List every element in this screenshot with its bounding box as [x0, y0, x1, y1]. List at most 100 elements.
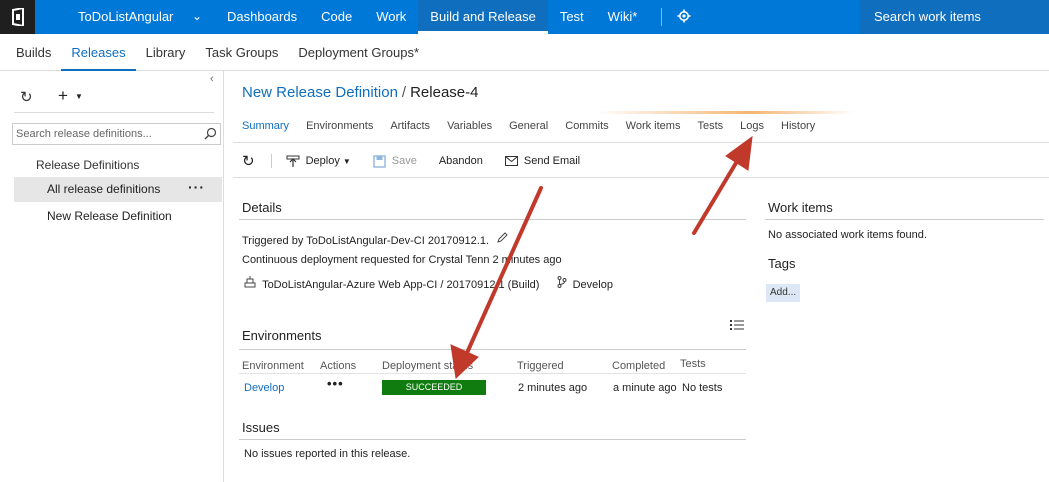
tab-artifacts[interactable]: Artifacts — [390, 120, 430, 132]
search-placeholder: Search release definitions... — [16, 128, 152, 140]
artifact-row: ToDoListAngular-Azure Web App-CI / 20170… — [244, 276, 613, 291]
environment-link[interactable]: Develop — [244, 382, 284, 394]
top-bar: ToDoListAngular ⌄ Dashboards Code Work B… — [0, 0, 1049, 34]
subnav-builds[interactable]: Builds — [0, 34, 61, 71]
tab-environments[interactable]: Environments — [306, 120, 373, 132]
refresh-icon[interactable]: ↻ — [20, 88, 33, 106]
nav-divider — [661, 8, 663, 26]
tab-highlight-glow — [595, 111, 855, 114]
status-badge[interactable]: SUCCEEDED — [382, 380, 486, 395]
tab-tests[interactable]: Tests — [697, 120, 723, 132]
branch-name: Develop — [572, 279, 613, 291]
tab-summary[interactable]: Summary — [242, 120, 289, 132]
release-toolbar: ↻ Deploy ▼ Save Abandon Send Email — [242, 151, 602, 171]
breadcrumb-definition-link[interactable]: New Release Definition — [242, 84, 398, 101]
nav-code[interactable]: Code — [309, 0, 364, 34]
tree-item-new-release-definition[interactable]: New Release Definition — [47, 209, 172, 223]
tab-variables[interactable]: Variables — [447, 120, 492, 132]
nav-dashboards[interactable]: Dashboards — [215, 0, 309, 34]
subnav-deployment-groups[interactable]: Deployment Groups* — [288, 34, 429, 71]
build-artifact-icon — [244, 276, 259, 291]
divider — [239, 373, 746, 374]
column-header-deployment-status: Deployment status — [382, 360, 474, 372]
release-summary: New Release Definition / Release-4 Summary… — [225, 71, 1049, 482]
deploy-icon — [286, 155, 300, 167]
project-name[interactable]: ToDoListAngular — [78, 9, 173, 24]
abandon-button[interactable]: Abandon — [439, 155, 483, 167]
deploy-label: Deploy — [305, 155, 340, 167]
triggered-by-text: Triggered by ToDoListAngular-Dev-CI 2017… — [242, 232, 508, 247]
top-nav: Dashboards Code Work Build and Release T… — [215, 0, 676, 34]
issues-text: No issues reported in this release. — [244, 448, 411, 460]
column-header-tests: Tests — [680, 358, 706, 370]
search-icon[interactable] — [204, 127, 217, 143]
tab-general[interactable]: General — [509, 120, 548, 132]
vsts-logo-icon[interactable] — [0, 0, 35, 34]
search-work-items-input[interactable]: Search work items — [859, 0, 1049, 34]
list-view-icon[interactable] — [730, 318, 744, 336]
add-tag-button[interactable]: Add... — [766, 284, 800, 302]
divider — [233, 177, 1049, 178]
collapse-pane-icon[interactable]: ‹ — [210, 73, 214, 85]
divider — [765, 219, 1044, 220]
nav-wiki[interactable]: Wiki* — [596, 0, 650, 34]
release-definitions-pane: ‹ ↻ + ▼ Search release definitions... Re… — [0, 71, 224, 482]
triggered-value: 2 minutes ago — [518, 382, 588, 394]
breadcrumb: New Release Definition / Release-4 — [242, 84, 478, 101]
caret-down-icon[interactable]: ▼ — [75, 92, 83, 101]
breadcrumb-release: Release-4 — [410, 84, 479, 101]
add-icon[interactable]: + — [58, 86, 68, 106]
divider — [14, 112, 214, 113]
column-header-actions: Actions — [320, 360, 357, 372]
refresh-button[interactable]: ↻ — [242, 152, 255, 170]
subnav-releases[interactable]: Releases — [61, 34, 136, 71]
save-button[interactable]: Save — [373, 154, 417, 168]
nav-build-and-release[interactable]: Build and Release — [418, 0, 548, 34]
send-email-button[interactable]: Send Email — [504, 155, 581, 167]
tab-commits[interactable]: Commits — [565, 120, 608, 132]
toolbar-divider — [270, 154, 272, 168]
tree-item-all-release-definitions[interactable]: All release definitions ··· — [14, 177, 222, 202]
column-header-triggered: Triggered — [517, 360, 564, 372]
abandon-label: Abandon — [438, 155, 483, 167]
triggered-by-label: Triggered by ToDoListAngular-Dev-CI 2017… — [242, 235, 490, 247]
deploy-button[interactable]: Deploy ▼ — [286, 155, 351, 168]
gear-icon[interactable] — [677, 9, 691, 28]
details-heading: Details — [242, 200, 282, 215]
email-icon — [504, 156, 518, 166]
continuous-deployment-text: Continuous deployment requested for Crys… — [242, 254, 562, 266]
breadcrumb-separator: / — [401, 84, 407, 101]
save-icon — [373, 154, 386, 168]
column-header-completed: Completed — [612, 360, 666, 372]
nav-test[interactable]: Test — [548, 0, 596, 34]
nav-work[interactable]: Work — [364, 0, 418, 34]
artifact-link[interactable]: ToDoListAngular-Azure Web App-CI / 20170… — [262, 279, 539, 291]
send-email-label: Send Email — [523, 155, 581, 167]
tree-header[interactable]: Release Definitions — [36, 158, 139, 172]
save-label: Save — [391, 155, 417, 167]
subnav-task-groups[interactable]: Task Groups — [195, 34, 288, 71]
chevron-down-icon[interactable]: ⌄ — [192, 9, 202, 23]
divider — [239, 349, 746, 350]
tab-history[interactable]: History — [781, 120, 815, 132]
subnav-library[interactable]: Library — [136, 34, 196, 71]
tags-heading: Tags — [768, 256, 796, 271]
column-header-environment: Environment — [242, 360, 304, 372]
completed-value: a minute ago — [613, 382, 677, 394]
environment-actions-button[interactable]: ••• — [327, 376, 344, 391]
tab-work-items[interactable]: Work items — [626, 120, 681, 132]
work-items-text: No associated work items found. — [768, 229, 927, 241]
tests-value: No tests — [682, 382, 723, 394]
branch-icon — [557, 276, 570, 291]
work-items-heading: Work items — [768, 200, 833, 215]
refresh-icon: ↻ — [242, 153, 255, 170]
divider — [239, 439, 746, 440]
release-tabs: Summary Environments Artifacts Variables… — [242, 120, 832, 132]
environments-heading: Environments — [242, 328, 322, 343]
tree-item-label: All release definitions — [47, 182, 161, 196]
caret-down-icon: ▼ — [342, 156, 351, 166]
more-actions-icon[interactable]: ··· — [188, 179, 205, 195]
edit-pencil-icon[interactable] — [496, 232, 508, 247]
tab-logs[interactable]: Logs — [740, 120, 764, 132]
search-release-definitions-input[interactable]: Search release definitions... — [12, 123, 221, 145]
